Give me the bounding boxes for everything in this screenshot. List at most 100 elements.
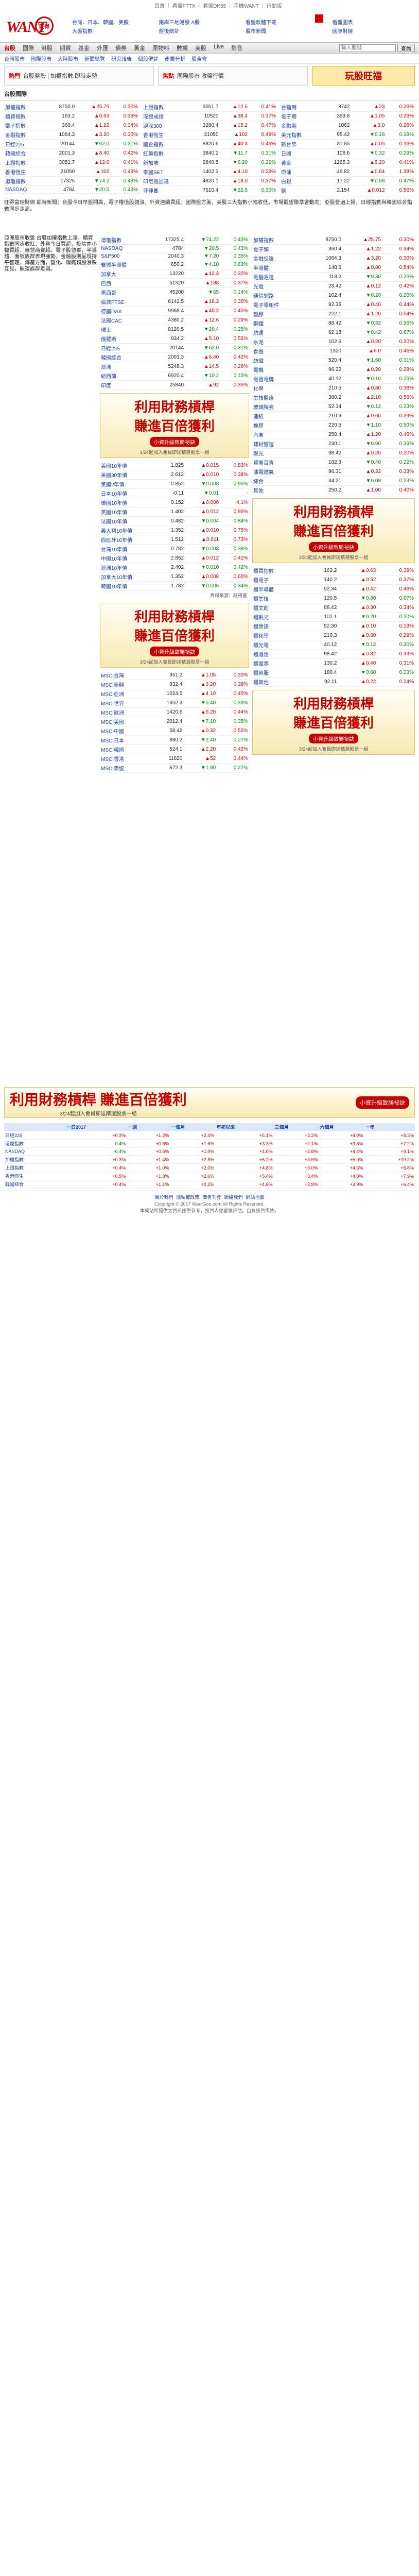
header-link[interactable]: 看盤圖表 <box>333 18 414 26</box>
stock-search-input[interactable] <box>339 44 396 52</box>
header-link[interactable]: 股市新聞 <box>246 27 327 35</box>
footer-link[interactable]: 廣告刊登 <box>202 1195 221 1200</box>
quote-name[interactable]: 韓國綜合 <box>4 148 45 158</box>
quote-name[interactable]: 電腦週邊 <box>252 272 307 282</box>
quote-row[interactable]: 電子期 359.8 ▲1.05 0.29% <box>280 111 415 121</box>
quote-name[interactable]: 櫃電子 <box>252 575 304 585</box>
nav-tab[interactable]: 黃金 <box>134 44 145 52</box>
quote-name[interactable]: 俄羅斯 <box>100 334 149 344</box>
quote-row[interactable]: 台指期 8742 ▲23 0.26% <box>280 103 415 112</box>
quote-name[interactable]: 日圓 <box>280 148 320 158</box>
topbar-link[interactable]: 看盤DK55 <box>203 2 226 9</box>
quote-row[interactable]: 上證指數 3051.7 ▲12.6 0.41% <box>142 103 277 112</box>
quote-row[interactable]: 鋼鐵 88.42 ▼0.32 0.36% <box>252 318 415 328</box>
quote-name[interactable]: 滬深300 <box>142 121 189 130</box>
quote-name[interactable]: 白銀 <box>280 176 320 186</box>
quote-row[interactable]: 金融指數 1064.3 ▲3.20 0.30% <box>4 130 139 140</box>
quote-name[interactable]: 新台幣 <box>280 139 320 149</box>
quote-row[interactable]: 建材營造 230.1 ▼0.90 0.39% <box>252 439 415 449</box>
quote-row[interactable]: 澳洲10年債 2.402 ▼0.010 0.42% <box>100 563 249 572</box>
quote-row[interactable]: 道瓊指數 17325.4 ▼74.22 0.43% <box>100 235 249 245</box>
quote-name[interactable]: 台指期 <box>280 103 320 112</box>
quote-name[interactable]: 瑞士 <box>100 325 149 334</box>
subnav-link[interactable]: 大陸股市 <box>58 55 78 62</box>
quote-name[interactable]: NASDAQ <box>100 244 149 252</box>
quote-name[interactable]: 金融保險 <box>252 253 307 263</box>
quote-row[interactable]: 航運 62.18 ▼0.42 0.67% <box>252 328 415 337</box>
topbar-link[interactable]: 看盤FTTX <box>172 2 196 9</box>
quote-row[interactable]: 貿易百貨 182.3 ▼0.40 0.22% <box>252 457 415 467</box>
quote-name[interactable]: NASDAQ <box>4 185 45 194</box>
header-link[interactable]: 大盤指數 <box>72 27 154 35</box>
hot-box[interactable]: 熱門 台股盤勢 | 加權指數 即時走勢 <box>4 66 154 86</box>
quote-row[interactable]: 上證指數 3051.7 ▲12.6 0.41% <box>4 158 139 167</box>
quote-name[interactable]: 香港恆生 <box>4 167 45 177</box>
nav-tab[interactable]: 影音 <box>231 44 242 52</box>
quote-row[interactable]: 紐西蘭 6920.4 ▼10.2 0.15% <box>100 371 249 381</box>
quote-row[interactable]: 櫃買指數 163.2 ▲0.63 0.39% <box>4 111 139 121</box>
quote-row[interactable]: 塑膠 222.1 ▲1.20 0.54% <box>252 309 415 319</box>
quote-name[interactable]: 法國10年債 <box>100 516 159 526</box>
quote-row[interactable]: S&P500 2040.3 ▼7.20 0.35% <box>100 252 249 260</box>
quote-row[interactable]: 櫃光電 40.12 ▼0.12 0.30% <box>252 640 415 650</box>
quote-row[interactable]: 化學 210.5 ▲0.80 0.38% <box>252 383 415 393</box>
quote-row[interactable]: 西班牙10年債 1.512 ▲0.011 0.73% <box>100 535 249 545</box>
quote-name[interactable]: 印尼雅加達 <box>142 176 189 186</box>
quote-name[interactable]: 造紙 <box>252 411 307 421</box>
nav-tab[interactable]: 債券 <box>115 44 127 52</box>
quote-row[interactable]: 綜合 34.21 ▼0.08 0.23% <box>252 476 415 486</box>
quote-row[interactable]: 印尼雅加達 4820.1 ▲18.0 0.37% <box>142 176 277 186</box>
quote-name[interactable]: 上證指數 <box>142 103 189 112</box>
quote-name[interactable]: 倫敦FTSE <box>100 297 149 307</box>
quote-row[interactable]: 美元指數 95.42 ▼0.18 0.19% <box>280 130 415 140</box>
nav-tab[interactable]: 美股 <box>195 44 206 52</box>
quote-row[interactable]: 道瓊指數 17325 ▼74.2 0.43% <box>4 176 139 186</box>
quote-name[interactable]: 櫃買指數 <box>4 111 45 121</box>
quote-name[interactable]: 銅 <box>280 185 320 195</box>
quote-name[interactable]: MSCI美國 <box>100 717 149 726</box>
quote-row[interactable]: 玻璃陶瓷 52.34 ▼0.12 0.23% <box>252 402 415 412</box>
stock-search-button[interactable]: 查詢 <box>397 44 415 52</box>
quote-name[interactable]: 韓國綜合 <box>100 352 149 362</box>
quote-row[interactable]: 加拿大 13220 ▲42.3 0.32% <box>100 269 249 279</box>
quote-name[interactable]: 綜合 <box>252 476 307 486</box>
quote-name[interactable]: MSCI世界 <box>100 698 149 708</box>
quote-row[interactable]: 半導體 148.5 ▲0.80 0.54% <box>252 263 415 273</box>
quote-name[interactable]: 澳洲 <box>100 362 149 371</box>
quote-row[interactable]: 櫃生技 120.5 ▼0.80 0.67% <box>252 594 415 603</box>
quote-row[interactable]: NASDAQ 4784 ▼20.5 0.43% <box>100 244 249 252</box>
quote-name[interactable]: 櫃觀光 <box>252 612 304 622</box>
quote-name[interactable]: 紐西蘭 <box>100 371 149 381</box>
quote-name[interactable]: 電子指數 <box>4 121 45 130</box>
quote-name[interactable]: 其他 <box>252 485 307 495</box>
quote-row[interactable]: MSCI亞洲 1024.5 ▲4.10 0.40% <box>100 689 249 699</box>
quote-name[interactable]: 建材營造 <box>252 439 307 449</box>
quote-row[interactable]: 法國10年債 0.482 ▼0.004 0.84% <box>100 516 249 526</box>
quote-name[interactable]: 日本10年債 <box>100 488 159 498</box>
quote-name[interactable]: 美國10年債 <box>100 461 159 470</box>
quote-row[interactable]: MSCI美國 2012.4 ▼7.10 0.35% <box>100 717 249 726</box>
quote-name[interactable]: 美國2年債 <box>100 479 159 489</box>
subnav-link[interactable]: 產業分析 <box>165 55 185 62</box>
quote-row[interactable]: 紡織 520.4 ▼1.60 0.31% <box>252 355 415 365</box>
quote-row[interactable]: 韓國綜合 2001.3 ▲8.40 0.42% <box>4 148 139 158</box>
ad-banner-1[interactable]: 利用財務槓桿 賺進百倍獲利 小資升級致勝祕訣 3/24起加入會員即送精選股票一組 <box>100 393 249 458</box>
ad-cta[interactable]: 小資升級致勝祕訣 <box>150 437 199 447</box>
quote-row[interactable]: 汽車 250.4 ▲1.20 0.48% <box>252 430 415 439</box>
quote-name[interactable]: 電子類 <box>252 244 307 254</box>
quote-name[interactable]: 加權指數 <box>252 235 307 245</box>
quote-name[interactable]: 橡膠 <box>252 420 307 430</box>
quote-row[interactable]: 巴西 51320 ▲188 0.37% <box>100 278 249 288</box>
quote-row[interactable]: 加拿大10年債 1.352 ▲0.008 0.60% <box>100 572 249 582</box>
quote-name[interactable]: 費城半導體 <box>100 260 149 269</box>
quote-name[interactable]: 半導體 <box>252 263 307 273</box>
ad-cta[interactable]: 小資升級致勝祕訣 <box>309 542 358 552</box>
logo[interactable]: WANT 旺得 <box>5 14 62 38</box>
quote-row[interactable]: MSCI世界 1652.3 ▼5.40 0.33% <box>100 698 249 708</box>
quote-row[interactable]: 韓國10年債 1.782 ▼0.006 0.34% <box>100 581 249 591</box>
quote-row[interactable]: 美國10年債 1.825 ▲0.015 0.83% <box>100 461 249 470</box>
quote-row[interactable]: 紅籌指數 3840.2 ▼11.7 0.31% <box>142 148 277 158</box>
quote-row[interactable]: 新加坡 2840.5 ▼6.20 0.22% <box>142 158 277 167</box>
quote-name[interactable]: 道瓊指數 <box>4 176 45 186</box>
quote-row[interactable]: 日本10年債 -0.11 ▼0.01- <box>100 488 249 498</box>
